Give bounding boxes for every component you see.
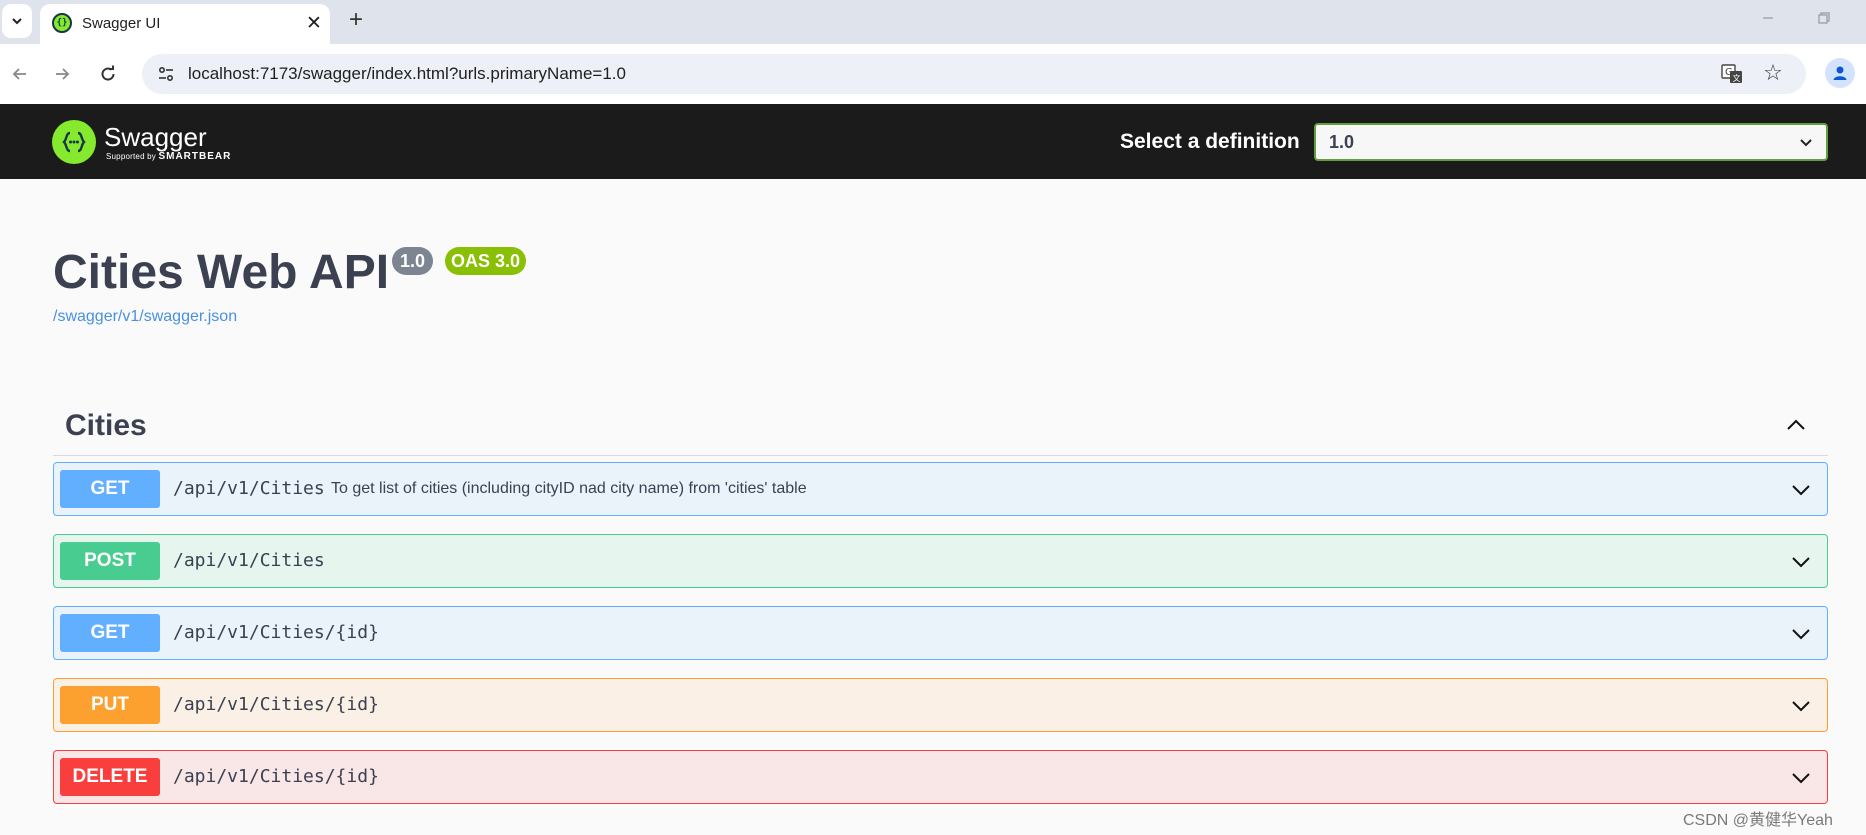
- swagger-json-link[interactable]: /swagger/v1/swagger.json: [53, 308, 237, 326]
- oas-badge: OAS 3.0: [445, 247, 527, 275]
- chevron-up-icon[interactable]: [1784, 413, 1808, 437]
- swagger-favicon-icon: {}: [52, 13, 72, 33]
- select-definition-label: Select a definition: [1120, 130, 1300, 153]
- method-badge: DELETE: [60, 758, 160, 796]
- operation-path: /api/v1/Cities/{id}: [173, 766, 379, 787]
- operation-get-cities[interactable]: GET /api/v1/Cities To get list of cities…: [53, 462, 1828, 516]
- method-badge: PUT: [60, 686, 160, 724]
- reload-icon: [101, 65, 115, 81]
- new-tab-button[interactable]: +: [342, 6, 370, 34]
- profile-avatar-icon[interactable]: [1825, 58, 1855, 88]
- csdn-watermark: CSDN @黄健华Yeah: [1683, 812, 1833, 829]
- version-badge: 1.0: [392, 247, 434, 275]
- operation-path: /api/v1/Cities/{id}: [173, 694, 379, 715]
- arrow-left-icon: [12, 68, 26, 80]
- minimize-icon: [1763, 17, 1773, 19]
- arrow-right-icon: [56, 68, 70, 80]
- window-restore-button[interactable]: [1812, 6, 1836, 30]
- operation-path: /api/v1/Cities: [173, 550, 325, 571]
- operation-get-city-by-id[interactable]: GET /api/v1/Cities/{id}: [53, 606, 1828, 660]
- url-text[interactable]: localhost:7173/swagger/index.html?urls.p…: [188, 64, 626, 84]
- back-button[interactable]: [4, 58, 36, 90]
- operation-post-cities[interactable]: POST /api/v1/Cities: [53, 534, 1828, 588]
- method-badge: GET: [60, 470, 160, 508]
- operation-delete-city[interactable]: DELETE /api/v1/Cities/{id}: [53, 750, 1828, 804]
- bookmark-star-icon[interactable]: ☆: [1760, 60, 1786, 86]
- tag-section-header[interactable]: Cities: [53, 397, 1828, 456]
- operation-put-city[interactable]: PUT /api/v1/Cities/{id}: [53, 678, 1828, 732]
- method-badge: GET: [60, 614, 160, 652]
- tab-close-button[interactable]: ✕: [302, 11, 326, 35]
- operation-path: /api/v1/Cities: [173, 478, 325, 499]
- browser-toolbar: localhost:7173/swagger/index.html?urls.p…: [0, 44, 1866, 104]
- tab-title: Swagger UI: [82, 15, 161, 32]
- site-info-icon[interactable]: [152, 60, 180, 88]
- chevron-down-icon: [1800, 139, 1812, 147]
- operation-path: /api/v1/Cities/{id}: [173, 622, 379, 643]
- chevron-down-icon[interactable]: [1789, 478, 1813, 502]
- definition-selected-value: 1.0: [1329, 132, 1355, 152]
- browser-tab[interactable]: {} Swagger UI ✕: [40, 4, 330, 44]
- chevron-down-icon[interactable]: [1789, 766, 1813, 790]
- reload-button[interactable]: [92, 58, 124, 90]
- api-title: Cities Web API: [53, 246, 390, 299]
- translate-icon[interactable]: G文: [1720, 62, 1744, 86]
- logo-subtitle: Supported by SMARTBEAR: [106, 151, 231, 162]
- method-badge: POST: [60, 542, 160, 580]
- logo-sub-brand: SMARTBEAR: [158, 150, 232, 162]
- logo-sub-prefix: Supported by: [106, 151, 156, 161]
- svg-text:文: 文: [1733, 73, 1741, 83]
- swagger-logo-icon: [52, 120, 96, 164]
- tab-search-button[interactable]: [2, 4, 32, 38]
- definition-select[interactable]: 1.0: [1314, 123, 1828, 161]
- forward-button[interactable]: [46, 58, 78, 90]
- address-bar[interactable]: localhost:7173/swagger/index.html?urls.p…: [142, 54, 1806, 94]
- browser-tab-strip: {} Swagger UI ✕ +: [0, 0, 1866, 44]
- chevron-down-icon[interactable]: [1789, 694, 1813, 718]
- swagger-topbar: Swagger Supported by SMARTBEAR Select a …: [0, 104, 1866, 179]
- restore-icon: [1818, 12, 1830, 24]
- logo-name: Swagger: [104, 121, 207, 152]
- tag-name: Cities: [65, 409, 147, 442]
- chevron-down-icon: [12, 18, 22, 25]
- chevron-down-icon[interactable]: [1789, 550, 1813, 574]
- operation-summary: To get list of cities (including cityID …: [331, 480, 807, 497]
- swagger-logo[interactable]: Swagger Supported by SMARTBEAR: [52, 117, 231, 167]
- chevron-down-icon[interactable]: [1789, 622, 1813, 646]
- window-minimize-button[interactable]: [1756, 6, 1780, 30]
